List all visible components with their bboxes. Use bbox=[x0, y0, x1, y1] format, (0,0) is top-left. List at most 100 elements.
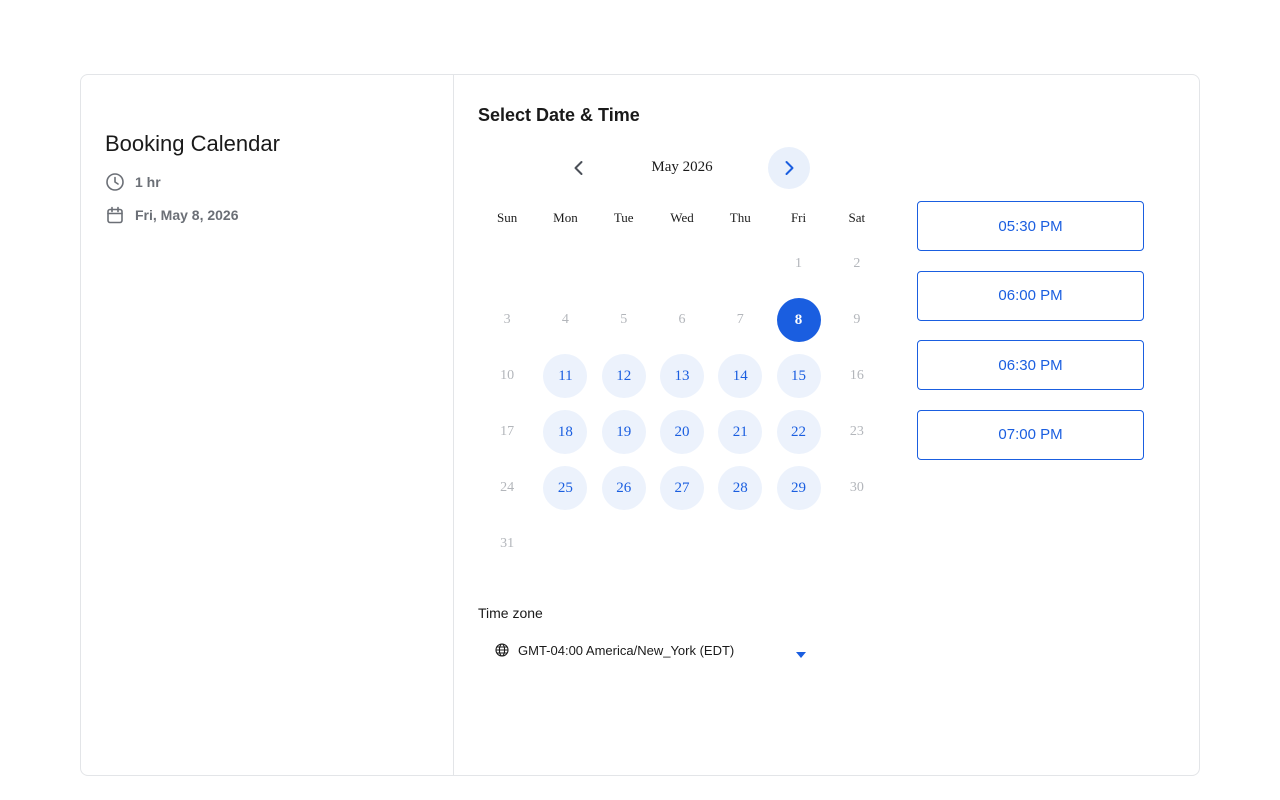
next-month-button[interactable] bbox=[768, 147, 810, 189]
weekday-label: Sat bbox=[848, 210, 866, 225]
chevron-right-icon bbox=[785, 161, 794, 175]
event-duration-label: 1 hr bbox=[135, 174, 161, 190]
calendar-day-number: 9 bbox=[853, 312, 861, 327]
calendar-day: 23 bbox=[828, 404, 886, 460]
time-slot-button[interactable]: 06:30 PM bbox=[917, 340, 1144, 390]
calendar-day-number: 31 bbox=[500, 536, 515, 551]
calendar-day-number: 20 bbox=[659, 410, 704, 454]
calendar-day-empty bbox=[595, 236, 653, 292]
weekday-label: Wed bbox=[670, 210, 694, 225]
calendar-day-empty bbox=[595, 516, 653, 572]
calendar-week: 24 25 26 27 28 29 30 bbox=[478, 460, 886, 516]
calendar-day-empty bbox=[653, 516, 711, 572]
timezone-label: Time zone bbox=[478, 605, 543, 621]
calendar-day-empty bbox=[536, 236, 594, 292]
calendar-day-empty bbox=[711, 516, 769, 572]
calendar-day-number: 18 bbox=[543, 410, 588, 454]
picker-title: Select Date & Time bbox=[478, 105, 640, 125]
calendar-day[interactable]: 21 bbox=[711, 404, 769, 460]
date-time-picker: Select Date & Time May 2026 Sun Mon Tue Wed… bbox=[454, 75, 1200, 775]
calendar-day-number: 15 bbox=[776, 354, 821, 398]
weekday-label: Mon bbox=[553, 210, 578, 225]
calendar-day-number: 3 bbox=[503, 312, 511, 327]
calendar-day-number: 30 bbox=[849, 480, 864, 495]
timezone-select[interactable]: GMT-04:00 America/New_York (EDT) bbox=[478, 635, 830, 665]
clock-icon bbox=[105, 172, 125, 192]
time-slot-list: 05:30 PM 06:00 PM 06:30 PM 07:00 PM bbox=[917, 201, 1145, 479]
calendar-day-number: 4 bbox=[561, 312, 569, 327]
calendar-day-number: 6 bbox=[678, 312, 686, 327]
calendar-day-number: 5 bbox=[620, 312, 628, 327]
calendar-day[interactable]: 25 bbox=[536, 460, 594, 516]
calendar-day[interactable]: 20 bbox=[653, 404, 711, 460]
calendar-day-number: 8 bbox=[776, 298, 821, 342]
caret-down-icon bbox=[796, 646, 806, 661]
weekday-label: Sun bbox=[497, 210, 518, 225]
calendar-day: 7 bbox=[711, 292, 769, 348]
calendar-day-number: 19 bbox=[601, 410, 646, 454]
calendar-day[interactable]: 18 bbox=[536, 404, 594, 460]
calendar-day[interactable]: 14 bbox=[711, 348, 769, 404]
calendar-day: 4 bbox=[536, 292, 594, 348]
calendar-day: 24 bbox=[478, 460, 536, 516]
calendar-day: 31 bbox=[478, 516, 536, 572]
calendar-day-number: 29 bbox=[776, 466, 821, 510]
calendar-day: 5 bbox=[595, 292, 653, 348]
calendar-day[interactable]: 29 bbox=[769, 460, 827, 516]
calendar-day-number: 25 bbox=[543, 466, 588, 510]
calendar-week: 3 4 5 6 7 8 9 bbox=[478, 292, 886, 348]
calendar-day-number: 10 bbox=[500, 368, 515, 383]
calendar-day[interactable]: 27 bbox=[653, 460, 711, 516]
calendar-day-number: 27 bbox=[659, 466, 704, 510]
calendar-day-number: 16 bbox=[849, 368, 864, 383]
booking-card: Booking Calendar 1 hr Fri, May 8, 2026 S… bbox=[80, 74, 1200, 776]
event-date: Fri, May 8, 2026 bbox=[105, 205, 239, 225]
calendar-day[interactable]: 22 bbox=[769, 404, 827, 460]
calendar-day[interactable]: 19 bbox=[595, 404, 653, 460]
weekday-header: Sun Mon Tue Wed Thu Fri Sat bbox=[478, 200, 886, 236]
calendar-day[interactable]: 15 bbox=[769, 348, 827, 404]
calendar-day-number: 14 bbox=[718, 354, 763, 398]
calendar-day-empty bbox=[828, 516, 886, 572]
calendar-day-number: 24 bbox=[500, 480, 515, 495]
calendar-week: 12 bbox=[478, 236, 886, 292]
calendar-day[interactable]: 26 bbox=[595, 460, 653, 516]
timezone-value: GMT-04:00 America/New_York (EDT) bbox=[518, 642, 735, 658]
calendar-grid: Sun Mon Tue Wed Thu Fri Sat 1 2 3 4 5 6 7 8 9 10 11 12 13 1… bbox=[478, 200, 886, 572]
calendar-day-number: 2 bbox=[853, 256, 861, 271]
calendar-day: 9 bbox=[828, 292, 886, 348]
calendar-day: 30 bbox=[828, 460, 886, 516]
calendar-day-number: 7 bbox=[736, 312, 744, 327]
month-label: May 2026 bbox=[651, 159, 713, 175]
event-details-panel: Booking Calendar 1 hr Fri, May 8, 2026 bbox=[81, 75, 454, 775]
calendar-day: 16 bbox=[828, 348, 886, 404]
event-duration: 1 hr bbox=[105, 172, 161, 192]
weekday-label: Fri bbox=[790, 210, 807, 225]
globe-icon bbox=[495, 643, 509, 657]
calendar-weeks: 1 2 3 4 5 6 7 8 9 10 11 12 13 14 15 16 17 18 19 20 21 22 23 24 2… bbox=[478, 236, 886, 572]
calendar-day-empty bbox=[769, 516, 827, 572]
calendar-day-number: 28 bbox=[718, 466, 763, 510]
weekday-label: Thu bbox=[729, 210, 751, 225]
calendar-day-empty bbox=[653, 236, 711, 292]
calendar-day-number: 17 bbox=[500, 424, 515, 439]
calendar-day-number: 12 bbox=[601, 354, 646, 398]
calendar-icon bbox=[105, 205, 125, 225]
calendar-day: 17 bbox=[478, 404, 536, 460]
calendar-day[interactable]: 28 bbox=[711, 460, 769, 516]
calendar-day[interactable]: 11 bbox=[536, 348, 594, 404]
calendar-day-number: 23 bbox=[849, 424, 864, 439]
calendar-day: 10 bbox=[478, 348, 536, 404]
calendar-day-number: 1 bbox=[795, 256, 803, 271]
calendar-day[interactable]: 13 bbox=[653, 348, 711, 404]
calendar-day-selected[interactable]: 8 bbox=[769, 292, 827, 348]
time-slot-button[interactable]: 05:30 PM bbox=[917, 201, 1144, 251]
calendar-day: 6 bbox=[653, 292, 711, 348]
calendar-day-empty bbox=[478, 236, 536, 292]
time-slot-button[interactable]: 06:00 PM bbox=[917, 270, 1144, 321]
time-slot-button[interactable]: 07:00 PM bbox=[917, 409, 1144, 460]
event-date-label: Fri, May 8, 2026 bbox=[135, 207, 239, 223]
calendar-day: 3 bbox=[478, 292, 536, 348]
calendar-week: 10 11 12 13 14 15 16 bbox=[478, 348, 886, 404]
calendar-day[interactable]: 12 bbox=[595, 348, 653, 404]
